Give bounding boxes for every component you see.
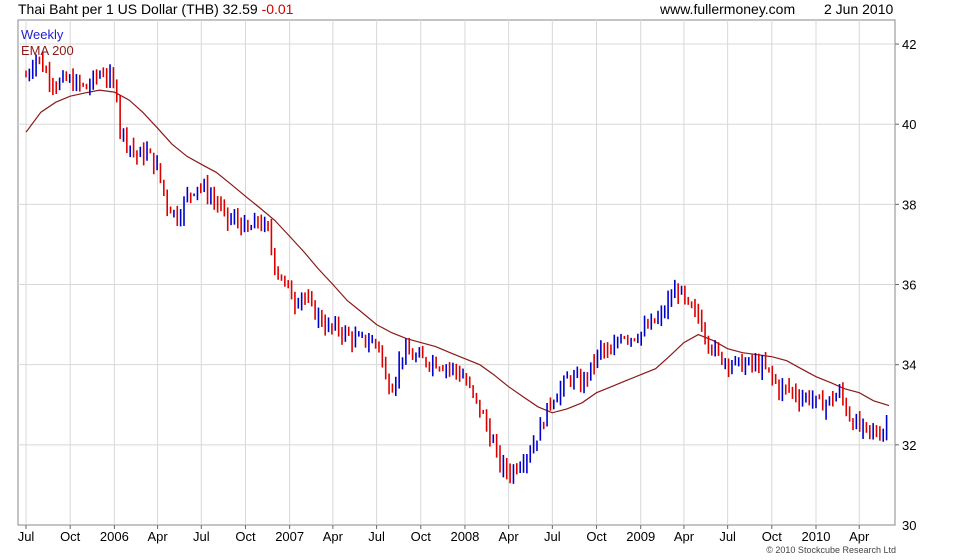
x-tick-label: Apr (849, 529, 870, 544)
x-tick-label: 2008 (450, 529, 479, 544)
x-tick-label: Oct (411, 529, 432, 544)
y-tick-label: 32 (902, 438, 916, 453)
x-tick-label: Jul (719, 529, 736, 544)
legend-ema: EMA 200 (21, 43, 74, 58)
x-tick-label: Jul (368, 529, 385, 544)
y-tick-label: 30 (902, 518, 916, 533)
x-tick-label: 2006 (100, 529, 129, 544)
copyright-credit: © 2010 Stockcube Research Ltd (766, 545, 896, 555)
x-tick-label: Jul (18, 529, 35, 544)
x-tick-label: Oct (762, 529, 783, 544)
x-tick-label: Oct (586, 529, 607, 544)
x-tick-label: Apr (674, 529, 695, 544)
price-chart: 32 34 36 38 40 42 30 Jul Oct 2006 Apr Jul Oct 2007 Apr… (17, 19, 916, 544)
x-tick-label: 2007 (275, 529, 304, 544)
x-tick-label: Jul (193, 529, 210, 544)
x-tick-label: Jul (544, 529, 561, 544)
x-tick-label: Apr (147, 529, 168, 544)
x-tick-label: 2009 (626, 529, 655, 544)
x-tick-label: Apr (499, 529, 520, 544)
plot-area (17, 19, 896, 526)
legend: Weekly EMA 200 (21, 27, 74, 59)
legend-weekly: Weekly (21, 27, 64, 42)
y-tick-label: 38 (902, 197, 916, 212)
x-tick-label: Oct (235, 529, 256, 544)
x-tick-label: 2010 (802, 529, 831, 544)
y-tick-label: 40 (902, 117, 916, 132)
x-tick-label: Apr (323, 529, 344, 544)
y-tick-label: 42 (902, 37, 916, 52)
x-tick-label: Oct (60, 529, 81, 544)
y-tick-label: 36 (902, 278, 916, 293)
y-tick-label: 34 (902, 358, 916, 373)
